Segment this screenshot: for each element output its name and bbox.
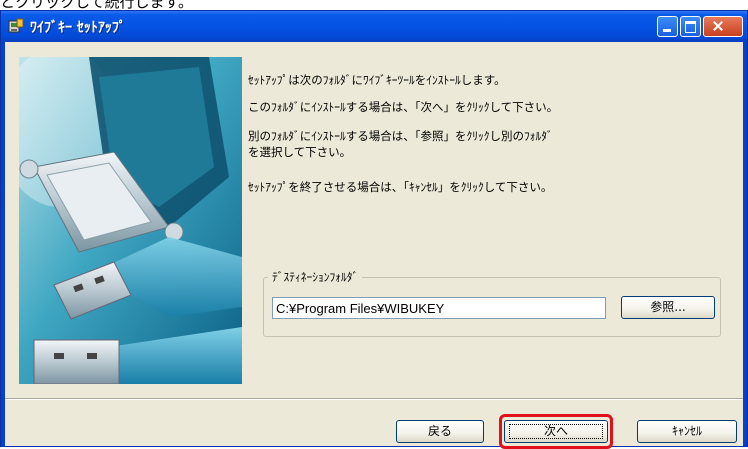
maximize-icon[interactable]	[680, 16, 701, 37]
message-line-3: 別のﾌｫﾙﾀﾞにｲﾝｽﾄｰﾙする場合は、「参照」をｸﾘｯｸし別のﾌｫﾙﾀﾞ を選…	[248, 129, 553, 159]
browse-button[interactable]: 参照...	[621, 296, 715, 319]
cancel-button[interactable]: ｷｬﾝｾﾙ	[637, 420, 737, 443]
back-button[interactable]: 戻る	[396, 420, 484, 443]
message-line-1: ｾｯﾄｱｯﾌﾟは次のﾌｫﾙﾀﾞにﾜｲﾌﾞｷｰﾂｰﾙをｲﾝｽﾄｰﾙします。	[248, 73, 506, 87]
message-line-2: このﾌｫﾙﾀﾞにｲﾝｽﾄｰﾙする場合は、「次へ」をｸﾘｯｸして下さい。	[248, 100, 559, 114]
dialog-body: ｾｯﾄｱｯﾌﾟは次のﾌｫﾙﾀﾞにﾜｲﾌﾞｷｰﾂｰﾙをｲﾝｽﾄｰﾙします。 このﾌ…	[5, 42, 743, 449]
usb-cable-illustration	[19, 57, 242, 384]
minimize-icon[interactable]	[657, 16, 678, 37]
button-separator	[5, 398, 743, 400]
focus-rectangle	[509, 424, 603, 439]
close-icon[interactable]	[703, 16, 743, 37]
page-caption-strip: とクリックして続行します。	[0, 0, 748, 10]
destination-path-field[interactable]	[272, 297, 606, 319]
title-bar[interactable]: ﾜｲﾌﾞｷｰ ｾｯﾄｱｯﾌﾟ	[1, 11, 747, 42]
next-button[interactable]: 次へ	[504, 420, 608, 443]
message-line-4: ｾｯﾄｱｯﾌﾟを終了させる場合は、「ｷｬﾝｾﾙ」をｸﾘｯｸして下さい。	[248, 180, 553, 194]
page-caption: とクリックして続行します。	[0, 0, 194, 10]
setup-window: ﾜｲﾌﾞｷｰ ｾｯﾄｱｯﾌﾟ ｾｯﾄｱｯﾌﾟは次のﾌｫﾙﾀﾞにﾜｲﾌﾞｷｰﾂｰﾙ…	[0, 10, 748, 449]
setup-icon	[8, 18, 24, 33]
window-title: ﾜｲﾌﾞｷｰ ｾｯﾄｱｯﾌﾟ	[30, 20, 126, 36]
destination-folder-label: ﾃﾞｽﾃｨﾈｰｼｮﾝﾌｫﾙﾀﾞ	[268, 269, 363, 285]
